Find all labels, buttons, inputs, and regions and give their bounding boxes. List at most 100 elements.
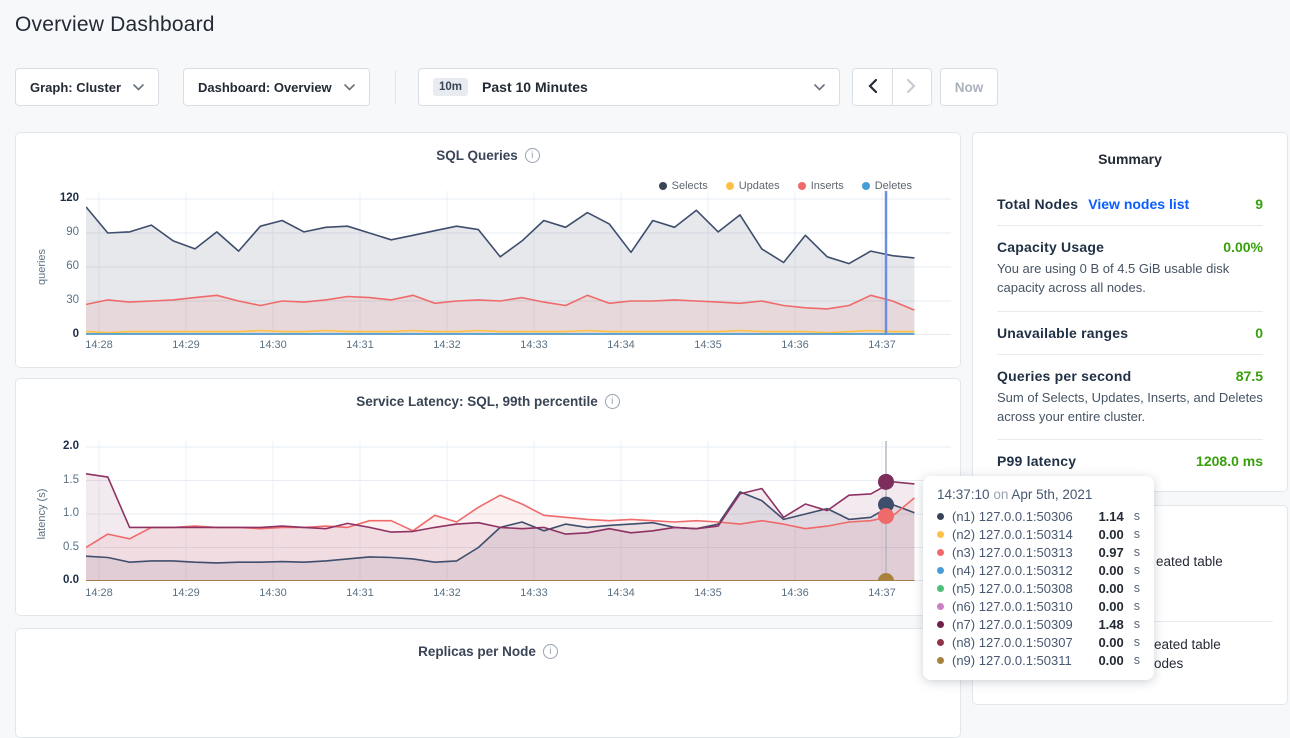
info-icon[interactable]: i <box>525 148 540 163</box>
node-series-dot-icon <box>937 531 944 538</box>
info-icon[interactable]: i <box>543 644 558 659</box>
tooltip-node-address: (n3) 127.0.0.1:50313 <box>952 545 1090 560</box>
node-series-dot-icon <box>937 657 944 664</box>
overview-dashboard-page: Overview Dashboard Graph: Cluster Dashbo… <box>0 0 1290 689</box>
graph-selector-dropdown[interactable]: Graph: Cluster <box>15 68 159 106</box>
summary-metric: Capacity Usage0.00%You are using 0 B of … <box>997 226 1263 312</box>
chevron-down-icon <box>133 84 144 91</box>
summary-metric-row: Queries per second 87.5 <box>997 368 1263 384</box>
tooltip-rows: (n1) 127.0.0.1:503061.14s (n2) 127.0.0.1:… <box>937 507 1140 669</box>
summary-metric-description: Sum of Selects, Updates, Inserts, and De… <box>997 389 1263 427</box>
x-axis-tick-label: 14:31 <box>330 587 390 599</box>
tooltip-node-address: (n2) 127.0.0.1:50314 <box>952 527 1090 542</box>
info-icon[interactable]: i <box>605 394 620 409</box>
x-axis-tick-label: 14:34 <box>591 587 651 599</box>
tooltip-timestamp: 14:37:10 on Apr 5th, 2021 <box>937 487 1140 502</box>
summary-metric-value: 1208.0 ms <box>1196 453 1263 469</box>
x-axis-tick-label: 14:28 <box>69 587 129 599</box>
time-range-badge: 10m <box>433 78 468 96</box>
summary-panel: Summary Total NodesView nodes list9 Capac… <box>972 132 1288 492</box>
chevron-down-icon <box>344 84 355 91</box>
tooltip-node-unit: s <box>1134 581 1140 595</box>
node-series-dot-icon <box>937 567 944 574</box>
tooltip-node-address: (n1) 127.0.0.1:50306 <box>952 509 1090 524</box>
summary-metric-value: 87.5 <box>1236 368 1263 384</box>
service-latency-chart-title: Service Latency: SQL, 99th percentile <box>356 394 598 409</box>
summary-metric-label: Queries per second <box>997 368 1131 384</box>
tooltip-node-unit: s <box>1134 509 1140 523</box>
y-axis-tick-label: 1.0 <box>39 507 79 519</box>
dashboard-selector-label: Dashboard: Overview <box>198 80 332 95</box>
x-axis-tick-label: 14:30 <box>243 587 303 599</box>
x-axis-tick-label: 14:35 <box>678 339 738 351</box>
tooltip-node-unit: s <box>1134 635 1140 649</box>
node-series-dot-icon <box>937 585 944 592</box>
x-axis-tick-label: 14:32 <box>417 587 477 599</box>
tooltip-node-value: 0.00 <box>1098 635 1123 650</box>
time-forward-button[interactable] <box>892 69 931 105</box>
summary-metric-row: Total NodesView nodes list9 <box>997 196 1263 212</box>
summary-metric-label: P99 latency <box>997 453 1076 469</box>
x-axis-tick-label: 14:30 <box>243 339 303 351</box>
tooltip-node-value: 0.00 <box>1098 527 1123 542</box>
tooltip-node-value: 1.48 <box>1098 617 1123 632</box>
x-axis-tick-label: 14:33 <box>504 339 564 351</box>
chevron-left-icon <box>868 79 877 96</box>
node-series-dot-icon <box>937 549 944 556</box>
tooltip-node-value: 0.00 <box>1098 563 1123 578</box>
tooltip-node-address: (n5) 127.0.0.1:50308 <box>952 581 1090 596</box>
event-text-fragment: odes <box>1154 656 1183 671</box>
tooltip-node-unit: s <box>1134 563 1140 577</box>
x-axis-tick-label: 14:35 <box>678 587 738 599</box>
tooltip-node-unit: s <box>1134 653 1140 667</box>
x-axis-tick-label: 14:37 <box>852 587 912 599</box>
time-range-dropdown[interactable]: 10m Past 10 Minutes <box>418 68 840 106</box>
summary-metric: Total NodesView nodes list9 <box>997 183 1263 226</box>
y-axis-tick-label: 60 <box>39 260 79 272</box>
view-nodes-list-link[interactable]: View nodes list <box>1088 196 1189 212</box>
service-latency-plot[interactable] <box>86 441 951 581</box>
y-axis-tick-label: 90 <box>39 226 79 238</box>
summary-title: Summary <box>997 147 1263 167</box>
tooltip-node-value: 0.00 <box>1098 599 1123 614</box>
tooltip-node-value: 0.97 <box>1098 545 1123 560</box>
tooltip-node-row: (n8) 127.0.0.1:503070.00s <box>937 633 1140 651</box>
replicas-per-node-chart-card: Replicas per Node i <box>15 628 961 738</box>
graph-selector-label: Graph: Cluster <box>30 80 121 95</box>
summary-metric-label: Unavailable ranges <box>997 325 1128 341</box>
now-button[interactable]: Now <box>940 68 998 106</box>
time-range-label: Past 10 Minutes <box>482 79 588 95</box>
sql-queries-plot[interactable] <box>86 191 951 335</box>
tooltip-node-row: (n1) 127.0.0.1:503061.14s <box>937 507 1140 525</box>
y-axis-tick-label: 2.0 <box>39 440 79 452</box>
legend-dot-icon <box>726 182 734 190</box>
tooltip-node-address: (n7) 127.0.0.1:50309 <box>952 617 1090 632</box>
y-axis-tick-label: 0.0 <box>39 574 79 586</box>
chart-hover-tooltip: 14:37:10 on Apr 5th, 2021 (n1) 127.0.0.1… <box>923 476 1154 680</box>
dashboard-selector-dropdown[interactable]: Dashboard: Overview <box>183 68 370 106</box>
tooltip-node-row: (n2) 127.0.0.1:503140.00s <box>937 525 1140 543</box>
page-title: Overview Dashboard <box>15 13 215 37</box>
sql-queries-chart-title: SQL Queries <box>436 148 518 163</box>
tooltip-node-address: (n9) 127.0.0.1:50311 <box>952 653 1090 668</box>
node-series-dot-icon <box>937 603 944 610</box>
legend-dot-icon <box>659 182 667 190</box>
x-axis-tick-label: 14:31 <box>330 339 390 351</box>
time-nav-group <box>852 68 932 106</box>
node-series-dot-icon <box>937 639 944 646</box>
chevron-right-icon <box>907 79 916 96</box>
tooltip-node-value: 0.00 <box>1098 581 1123 596</box>
x-axis-tick-label: 14:29 <box>156 339 216 351</box>
x-axis-tick-label: 14:33 <box>504 587 564 599</box>
tooltip-node-row: (n7) 127.0.0.1:503091.48s <box>937 615 1140 633</box>
x-axis-tick-label: 14:36 <box>765 339 825 351</box>
service-latency-chart-card: Service Latency: SQL, 99th percentile i … <box>15 378 961 616</box>
tooltip-node-unit: s <box>1134 599 1140 613</box>
x-axis-tick-label: 14:34 <box>591 339 651 351</box>
legend-dot-icon <box>798 182 806 190</box>
y-axis-tick-label: 30 <box>39 294 79 306</box>
time-back-button[interactable] <box>853 69 892 105</box>
y-axis-tick-label: 0.5 <box>39 541 79 553</box>
sql-queries-chart-card: SQL Queries i SelectsUpdatesInsertsDelet… <box>15 132 961 368</box>
x-axis-tick-label: 14:28 <box>69 339 129 351</box>
